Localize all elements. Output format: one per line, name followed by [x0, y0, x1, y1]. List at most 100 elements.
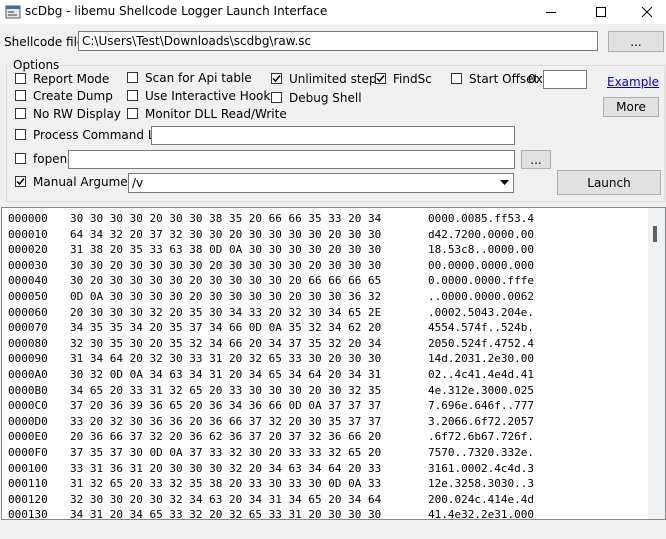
hex-offset: 000070 — [8, 321, 48, 335]
hex-ascii: d42.7200.0000.00 — [428, 227, 534, 241]
hex-ascii: 3161.0002.4c4d.3 — [428, 461, 534, 475]
hex-offset: 0000A0 — [8, 368, 48, 381]
maximize-icon — [596, 7, 606, 17]
hex-ascii: ..0000.0000.0062 — [428, 290, 534, 303]
hex-offset: 000120 — [8, 492, 48, 506]
hex-bytes: 20 36 66 37 32 20 36 62 36 37 20 37 32 3… — [70, 430, 382, 444]
hex-offset: 000110 — [8, 477, 48, 491]
hex-bytes: 30 20 30 30 30 30 20 30 30 30 30 20 66 6… — [70, 274, 382, 288]
hex-offset: 000010 — [8, 227, 48, 241]
hex-bytes: 32 30 30 20 30 32 34 63 20 34 31 34 65 2… — [70, 492, 382, 506]
hex-bytes: 37 20 36 39 36 65 20 36 34 36 66 0D 0A 3… — [70, 399, 382, 413]
hex-offset: 0000B0 — [8, 383, 48, 397]
hex-offset: 0000E0 — [8, 430, 48, 444]
create-dump-label: Create Dump — [33, 89, 113, 103]
manual-args-combobox[interactable]: /v — [128, 173, 514, 193]
hex-ascii: 7.696e.646f..777 — [428, 399, 534, 413]
hex-offset: 000020 — [8, 243, 48, 257]
hex-bytes: 33 31 36 31 20 30 30 30 32 20 34 63 34 6… — [70, 461, 382, 475]
minimize-icon — [546, 12, 556, 13]
hex-ascii: 41.4e32.2e31.000 — [428, 508, 534, 520]
hex-offset: 000090 — [8, 352, 48, 366]
hex-bytes: 31 34 64 20 32 30 33 31 20 32 65 33 30 2… — [70, 352, 382, 366]
fopen-browse-button[interactable]: ... — [521, 150, 551, 169]
hex-bytes: 30 30 20 30 30 30 30 20 30 30 30 30 20 3… — [70, 258, 382, 272]
hex-ascii: 02..4c41.4e4d.41 — [428, 368, 534, 381]
hex-ascii: 7570..7320.332e. — [428, 446, 534, 459]
report-mode-label: Report Mode — [33, 72, 110, 86]
hex-ascii: 200.024c.414e.4d — [428, 492, 534, 506]
app-icon — [5, 4, 21, 20]
unlimited-steps-label: Unlimited steps — [289, 72, 383, 86]
hex-offset: 000080 — [8, 336, 48, 350]
chevron-down-icon[interactable] — [496, 175, 512, 191]
checkmark-icon — [16, 178, 25, 186]
more-button[interactable]: More — [603, 97, 659, 117]
scrollbar-thumb[interactable] — [653, 226, 657, 242]
window-title: scDbg - libemu Shellcode Logger Launch I… — [25, 4, 328, 18]
close-button[interactable] — [624, 0, 666, 24]
maximize-button[interactable] — [578, 0, 624, 24]
vertical-scrollbar[interactable] — [648, 208, 665, 519]
hex-offset: 000100 — [8, 461, 48, 475]
hex-offset: 000050 — [8, 290, 48, 303]
hex-ascii: 18.53c8..0000.00 — [428, 243, 534, 257]
process-cmdline-input[interactable] — [151, 126, 515, 145]
hex-ascii: 00.0000.0000.000 — [428, 258, 534, 272]
hex-bytes: 33 20 32 30 36 36 20 36 66 37 32 20 30 3… — [70, 414, 382, 428]
hex-ascii: 0000.0085.ff53.4 — [428, 212, 534, 225]
hex-offset: 0000F0 — [8, 446, 48, 459]
hex-offset: 000040 — [8, 274, 48, 288]
hex-bytes: 31 38 20 35 33 63 38 0D 0A 30 30 30 30 2… — [70, 243, 382, 257]
hex-bytes: 30 30 30 30 20 30 30 38 35 20 66 66 35 3… — [70, 212, 382, 225]
hex-bytes: 32 30 35 30 20 35 32 34 66 20 34 37 35 3… — [70, 336, 382, 350]
findsc-label: FindSc — [393, 72, 432, 86]
checkmark-icon — [272, 75, 281, 83]
hex-offset: 000130 — [8, 508, 48, 520]
shellcode-file-label: Shellcode file — [4, 35, 85, 49]
shellcode-path-input[interactable]: C:\Users\Test\Downloads\scdbg\raw.sc — [78, 31, 598, 51]
hex-offset: 000000 — [8, 212, 48, 225]
hex-bytes: 64 34 32 20 37 32 30 30 20 30 30 30 30 2… — [70, 227, 382, 241]
start-offset-input[interactable] — [543, 70, 587, 89]
hex-ascii: 2050.524f.4752.4 — [428, 336, 534, 350]
hex-bytes: 37 35 37 30 0D 0A 37 33 32 30 20 33 33 3… — [70, 446, 382, 459]
hex-bytes: 0D 0A 30 30 30 30 20 30 30 30 30 20 30 3… — [70, 290, 382, 303]
monitor-dll-label: Monitor DLL Read/Write — [145, 107, 287, 121]
scan-api-label: Scan for Api table — [145, 71, 252, 85]
hex-offset: 0000C0 — [8, 399, 48, 413]
hex-ascii: 3.2066.6f72.2057 — [428, 414, 534, 428]
fopen-label: fopen — [33, 152, 68, 166]
minimize-button[interactable] — [528, 0, 574, 24]
hex-bytes: 34 35 35 34 20 35 37 34 66 0D 0A 35 32 3… — [70, 321, 382, 335]
hex-bytes: 34 31 20 34 65 33 32 20 32 65 33 31 20 3… — [70, 508, 382, 520]
hex-bytes: 30 32 0D 0A 34 63 34 31 20 34 65 34 64 2… — [70, 368, 382, 381]
launch-button[interactable]: Launch — [557, 170, 661, 195]
hex-ascii: .0002.5043.204e. — [428, 305, 534, 319]
hex-offset: 000030 — [8, 258, 48, 272]
hex-bytes: 34 65 20 33 31 32 65 20 33 30 30 30 20 3… — [70, 383, 382, 397]
debug-shell-label: Debug Shell — [289, 91, 362, 105]
hex-ascii: 12e.3258.3030..3 — [428, 477, 534, 491]
hex-ascii: 4554.574f..524b. — [428, 321, 534, 335]
browse-shellcode-button[interactable]: ... — [608, 31, 664, 52]
hex-ascii: .6f72.6b67.726f. — [428, 430, 534, 444]
close-icon — [642, 7, 652, 17]
manual-args-value: /v — [132, 176, 144, 190]
hex-ascii: 4e.312e.3000.025 — [428, 383, 534, 397]
offset-prefix-label: 0x — [528, 72, 543, 86]
hex-ascii: 14d.2031.2e30.00 — [428, 352, 534, 366]
hex-ascii: 0.0000.0000.fffe — [428, 274, 534, 288]
status-bar — [0, 520, 666, 539]
hex-offset: 0000D0 — [8, 414, 48, 428]
options-group-label: Options — [11, 58, 62, 72]
no-rw-display-label: No RW Display — [33, 107, 121, 121]
hex-bytes: 31 32 65 20 33 32 35 38 20 33 30 33 30 0… — [70, 477, 382, 491]
hex-dump-view[interactable]: 000000 30 30 30 30 20 30 30 38 35 20 66 6… — [1, 207, 666, 520]
checkmark-icon — [376, 75, 385, 83]
hex-offset: 000060 — [8, 305, 48, 319]
example-link[interactable]: Example — [607, 75, 659, 89]
interactive-hooks-label: Use Interactive Hooks — [145, 89, 277, 103]
fopen-input[interactable] — [68, 150, 515, 169]
hex-bytes: 20 30 30 30 32 20 35 30 34 33 20 32 30 3… — [70, 305, 382, 319]
